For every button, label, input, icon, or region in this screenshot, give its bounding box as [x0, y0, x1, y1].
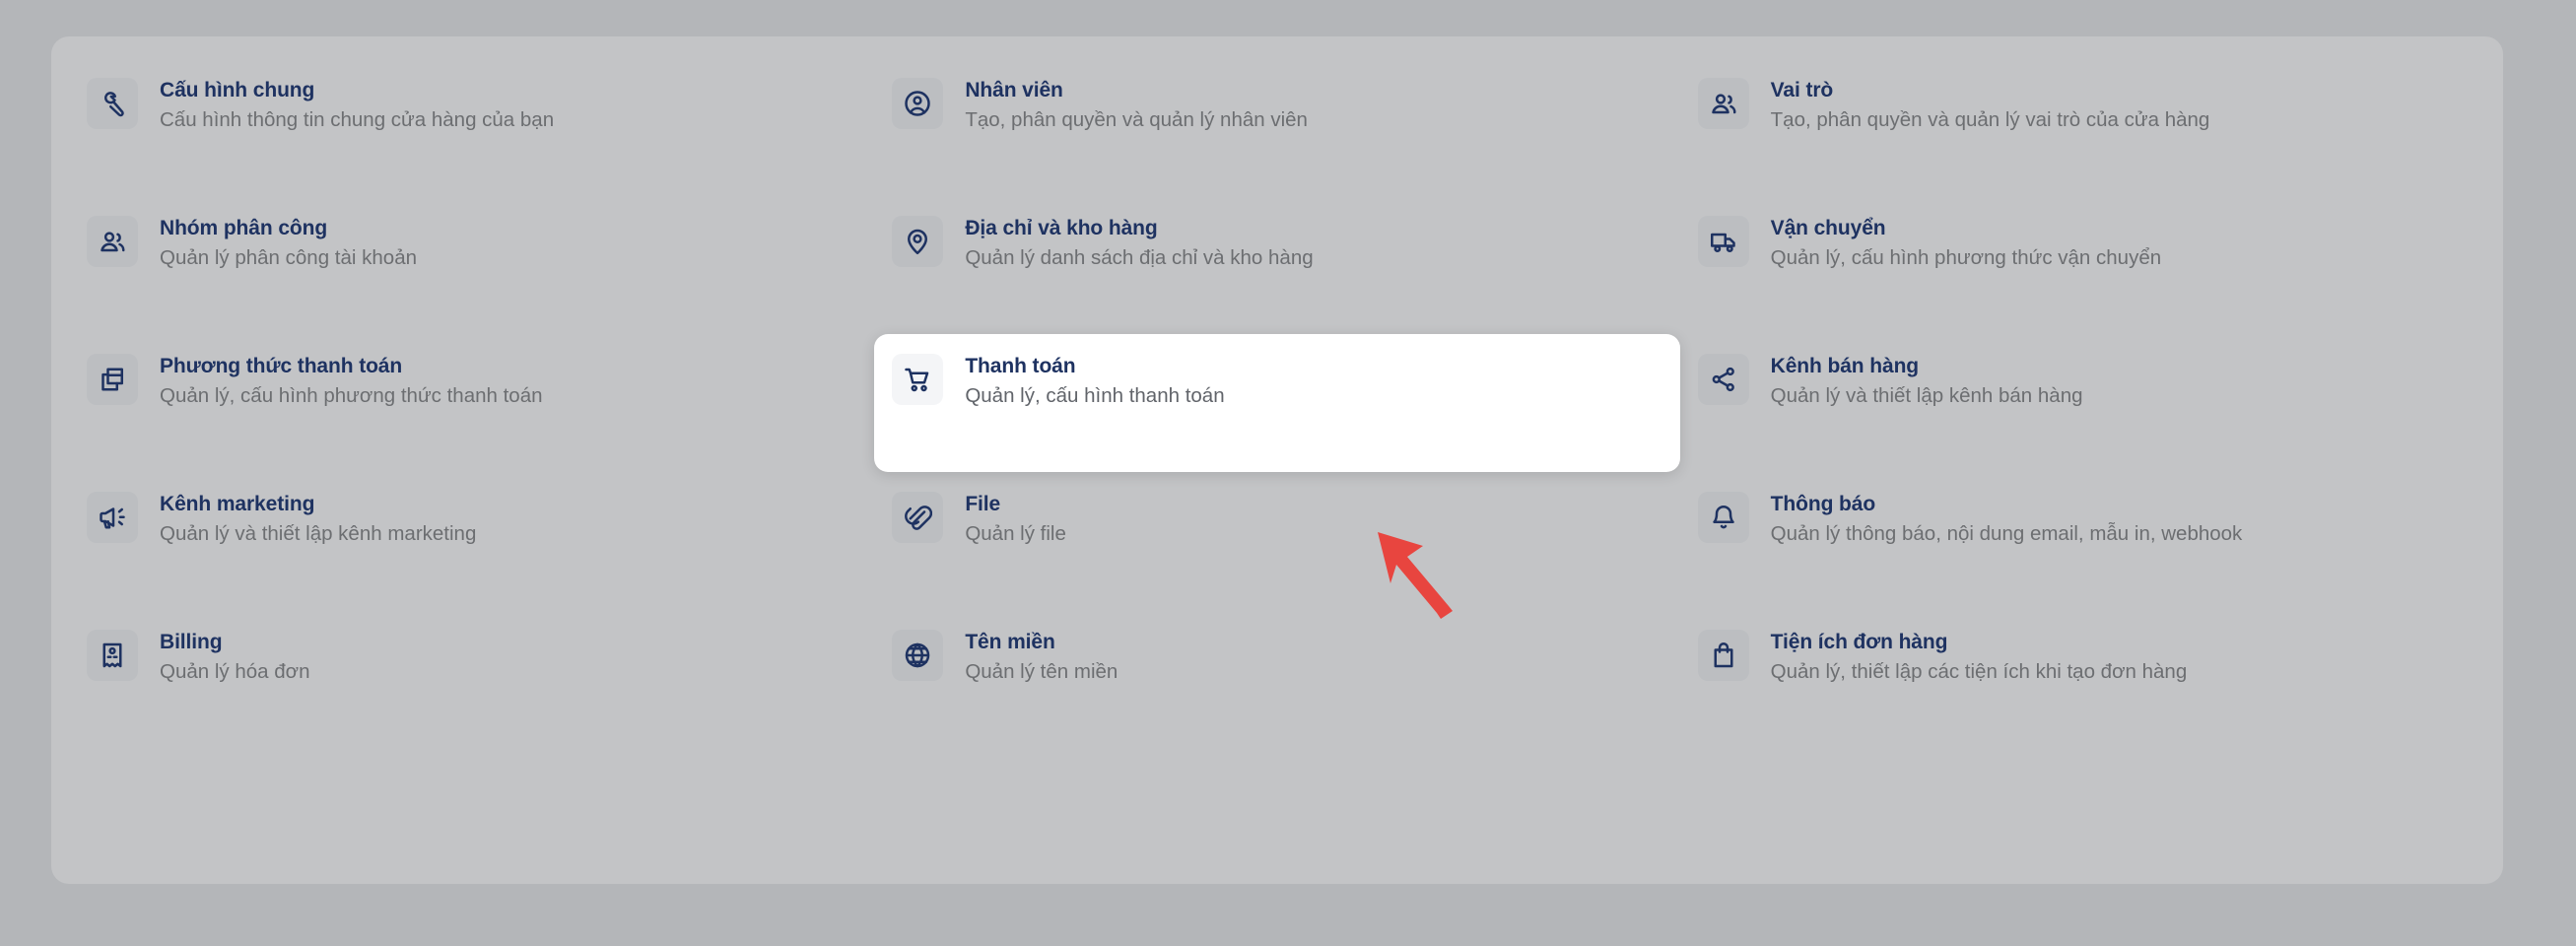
settings-card-text: File Quản lý file	[965, 490, 1066, 549]
globe-icon	[892, 630, 944, 681]
settings-card-description: Quản lý, cấu hình phương thức thanh toán	[160, 384, 543, 408]
settings-card-description: Quản lý danh sách địa chỉ và kho hàng	[965, 246, 1314, 270]
settings-card[interactable]: Vai trò Tạo, phân quyền và quản lý vai tr…	[1680, 58, 2485, 196]
settings-card-text: Phương thức thanh toán Quản lý, cấu hình …	[160, 352, 543, 411]
users-group-icon	[87, 216, 138, 267]
settings-card[interactable]: Billing Quản lý hóa đơn	[69, 610, 874, 748]
megaphone-icon	[87, 492, 138, 543]
settings-card-title: Thông báo	[1770, 493, 1876, 515]
settings-card-text: Thanh toán Quản lý, cấu hình thanh toán	[965, 352, 1224, 411]
settings-card-text: Billing Quản lý hóa đơn	[160, 628, 310, 687]
map-pin-icon	[892, 216, 944, 267]
settings-card-text: Tiện ích đơn hàng Quản lý, thiết lập các …	[1771, 628, 2188, 687]
settings-card-text: Kênh marketing Quản lý và thiết lập kênh …	[160, 490, 476, 549]
settings-card-title: Tên miền	[965, 631, 1055, 653]
bell-icon	[1697, 492, 1749, 543]
settings-card-title: Phương thức thanh toán	[160, 355, 403, 377]
settings-card-description: Quản lý tên miền	[965, 660, 1119, 684]
settings-card[interactable]: Thanh toán Quản lý, cấu hình thanh toán	[874, 334, 1680, 472]
settings-card[interactable]: Địa chỉ và kho hàng Quản lý danh sách địa…	[874, 196, 1679, 334]
settings-card-description: Quản lý và thiết lập kênh bán hàng	[1770, 384, 2083, 408]
settings-card-text: Thông báo Quản lý thông báo, nội dung ema…	[1771, 490, 2243, 549]
settings-card-description: Quản lý, cấu hình phương thức vận chuyển	[1770, 246, 2162, 270]
settings-card-title: Tiện ích đơn hàng	[1770, 631, 1948, 653]
shopping-cart-icon	[892, 354, 944, 405]
settings-card-title: Billing	[160, 631, 223, 653]
settings-card-title: Địa chỉ và kho hàng	[965, 217, 1158, 239]
app-background: Cấu hình chung Cấu hình thông tin chung c…	[0, 0, 2576, 946]
users-icon	[1697, 78, 1749, 129]
settings-card-description: Quản lý phân công tài khoản	[160, 246, 417, 270]
settings-card-text: Vai trò Tạo, phân quyền và quản lý vai tr…	[1771, 76, 2210, 135]
settings-card-description: Quản lý và thiết lập kênh marketing	[160, 522, 477, 546]
settings-card[interactable]: Thông báo Quản lý thông báo, nội dung ema…	[1680, 472, 2485, 610]
settings-card-title: Kênh bán hàng	[1770, 355, 1920, 377]
settings-card-description: Quản lý file	[965, 522, 1066, 546]
settings-panel: Cấu hình chung Cấu hình thông tin chung c…	[51, 36, 2503, 884]
settings-card-title: Thanh toán	[965, 355, 1076, 377]
settings-card-title: Nhân viên	[965, 79, 1063, 101]
receipt-icon	[87, 630, 138, 681]
settings-card[interactable]: Kênh bán hàng Quản lý và thiết lập kênh b…	[1680, 334, 2485, 472]
settings-card-description: Quản lý, cấu hình thanh toán	[965, 384, 1225, 408]
cards-stack-icon	[87, 354, 138, 405]
settings-card-text: Địa chỉ và kho hàng Quản lý danh sách địa…	[965, 214, 1313, 273]
settings-card-title: Kênh marketing	[160, 493, 315, 515]
settings-card[interactable]: Nhóm phân công Quản lý phân công tài khoả…	[69, 196, 874, 334]
settings-card-text: Nhân viên Tạo, phân quyền và quản lý nhân…	[965, 76, 1308, 135]
settings-card-text: Cấu hình chung Cấu hình thông tin chung c…	[160, 76, 554, 135]
settings-card[interactable]: Tên miền Quản lý tên miền	[874, 610, 1679, 748]
shopping-bag-icon	[1697, 630, 1749, 681]
settings-card[interactable]: File Quản lý file	[874, 472, 1679, 610]
settings-card-grid: Cấu hình chung Cấu hình thông tin chung c…	[51, 36, 2503, 884]
settings-card-title: Vận chuyển	[1770, 217, 1886, 239]
share-nodes-icon	[1697, 354, 1749, 405]
settings-card-title: Cấu hình chung	[160, 79, 315, 101]
settings-card-description: Tạo, phân quyền và quản lý nhân viên	[965, 108, 1308, 132]
settings-card-description: Cấu hình thông tin chung cửa hàng của bạ…	[160, 108, 555, 132]
settings-card-description: Tạo, phân quyền và quản lý vai trò của c…	[1770, 108, 2210, 132]
settings-card-description: Quản lý, thiết lập các tiện ích khi tạo …	[1770, 660, 2188, 684]
settings-card-title: Vai trò	[1770, 79, 1834, 101]
settings-card-text: Tên miền Quản lý tên miền	[965, 628, 1118, 687]
settings-card[interactable]: Phương thức thanh toán Quản lý, cấu hình …	[69, 334, 874, 472]
settings-card-description: Quản lý hóa đơn	[160, 660, 310, 684]
settings-card[interactable]: Kênh marketing Quản lý và thiết lập kênh …	[69, 472, 874, 610]
settings-card-description: Quản lý thông báo, nội dung email, mẫu i…	[1770, 522, 2243, 546]
settings-card[interactable]: Tiện ích đơn hàng Quản lý, thiết lập các …	[1680, 610, 2485, 748]
paperclip-icon	[892, 492, 944, 543]
truck-icon	[1697, 216, 1749, 267]
user-circle-icon	[892, 78, 944, 129]
wrench-icon	[87, 78, 138, 129]
settings-card-title: Nhóm phân công	[160, 217, 328, 239]
settings-card-text: Vận chuyển Quản lý, cấu hình phương thức …	[1771, 214, 2161, 273]
settings-card[interactable]: Vận chuyển Quản lý, cấu hình phương thức …	[1680, 196, 2485, 334]
settings-card[interactable]: Nhân viên Tạo, phân quyền và quản lý nhân…	[874, 58, 1679, 196]
settings-card[interactable]: Cấu hình chung Cấu hình thông tin chung c…	[69, 58, 874, 196]
settings-card-text: Nhóm phân công Quản lý phân công tài khoả…	[160, 214, 417, 273]
settings-card-text: Kênh bán hàng Quản lý và thiết lập kênh b…	[1771, 352, 2083, 411]
settings-card-title: File	[965, 493, 1001, 515]
